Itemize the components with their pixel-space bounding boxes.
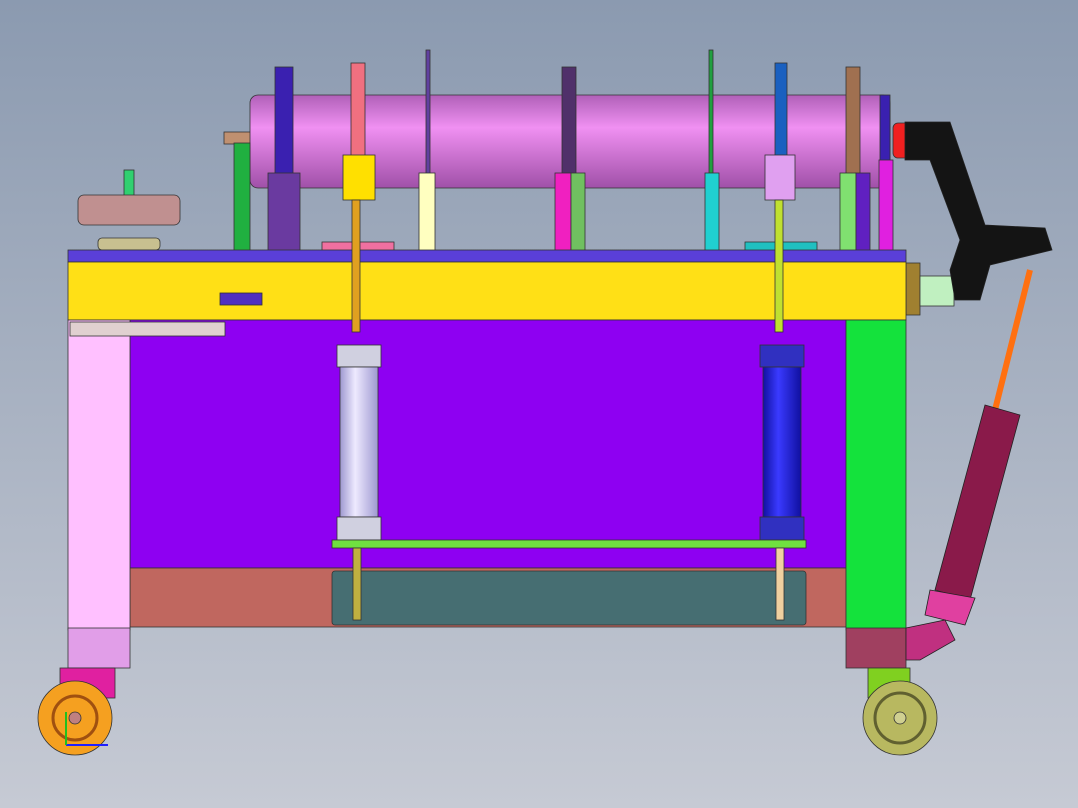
beam-end-mount: [919, 275, 955, 307]
blue-arm: [774, 62, 788, 159]
bracket-cream: [418, 172, 436, 252]
beam-handle-slot: [219, 292, 263, 306]
bracket-right-purple: [855, 172, 871, 252]
right-link: [775, 547, 785, 621]
bracket-right-magenta: [878, 159, 894, 252]
right-foot: [845, 627, 907, 669]
purple-panel: [129, 319, 847, 569]
right-piston-rod: [774, 199, 784, 333]
right-wheel-axle: [893, 711, 907, 725]
left-leg: [67, 319, 131, 631]
left-cylinder-cap: [336, 344, 382, 368]
roller-shaft-end: [223, 131, 255, 145]
green-crossbar: [331, 539, 807, 549]
bracket-cyan: [704, 172, 720, 252]
bracket-center-green: [570, 172, 586, 252]
right-cylinder-base: [759, 516, 805, 541]
right-cylinder-cap: [759, 344, 805, 368]
cad-viewport[interactable]: [0, 0, 1078, 808]
side-valve: [69, 321, 226, 337]
motor-shaft: [123, 169, 135, 197]
motor-base: [97, 237, 161, 251]
yellow-clamp: [342, 154, 376, 201]
left-piston-rod: [351, 199, 361, 333]
left-wheel-axle: [68, 711, 82, 725]
bracket-right-green: [839, 172, 857, 252]
right-cylinder-barrel: [762, 366, 802, 518]
bracket-left-purple: [267, 172, 301, 252]
left-link: [352, 547, 362, 621]
right-leg: [845, 319, 907, 631]
pink-arm: [350, 62, 366, 159]
left-cylinder-barrel: [339, 366, 379, 518]
thin-rod-left: [425, 49, 431, 176]
motor-body: [77, 194, 181, 226]
thin-rod-right: [708, 49, 714, 176]
lower-plate: [331, 570, 807, 626]
left-foot: [67, 627, 131, 669]
bracket-center-magenta: [554, 172, 572, 252]
frame: [67, 249, 955, 669]
lilac-clamp: [764, 154, 796, 201]
left-cylinder-base: [336, 516, 382, 541]
beam-end: [905, 262, 921, 316]
bracket-left-green: [233, 142, 251, 252]
